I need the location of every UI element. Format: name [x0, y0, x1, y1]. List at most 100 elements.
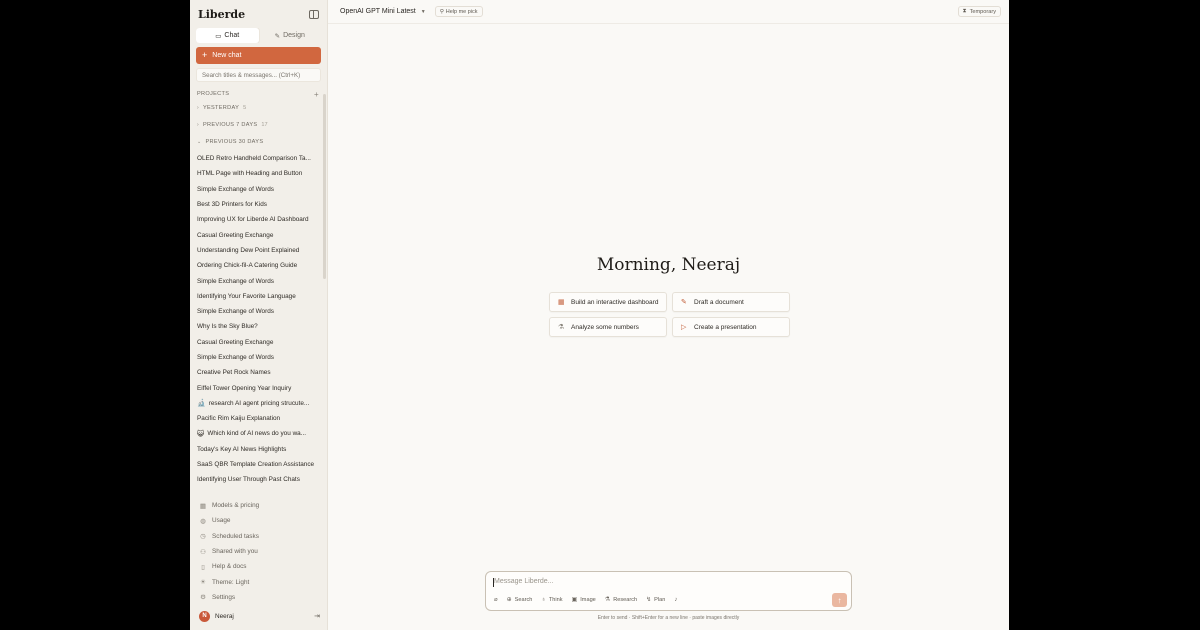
chat-title: Casual Greeting Exchange: [197, 231, 274, 239]
suggestion-create-presentation[interactable]: ▷ Create a presentation: [672, 317, 790, 337]
suggestion-build-dashboard[interactable]: ▦ Build an interactive dashboard: [549, 292, 667, 312]
tab-chat[interactable]: ▭ Chat: [196, 28, 259, 43]
chat-list-item[interactable]: Ordering Chick-fil-A Catering Guide: [190, 258, 322, 273]
logout-icon[interactable]: ⇥: [314, 612, 320, 620]
caret-down-icon: ▼: [420, 8, 426, 15]
grid-icon: ▦: [558, 299, 565, 306]
group-count: 5: [243, 105, 247, 111]
avatar: N: [199, 610, 210, 622]
chat-list-item[interactable]: Identifying Your Favorite Language: [190, 289, 322, 304]
chat-title: Casual Greeting Exchange: [197, 338, 274, 346]
search-input[interactable]: Search titles & messages... (Ctrl+K): [196, 68, 321, 82]
chat-list-item[interactable]: SaaS QBR Template Creation Assistance: [190, 457, 322, 472]
suggestion-draft-document[interactable]: ✎ Draft a document: [672, 292, 790, 312]
shared-with-you-link[interactable]: ⚇ Shared with you: [190, 544, 328, 559]
chevron-right-icon: ›: [197, 122, 199, 128]
greeting-heading: Morning, Neeraj: [596, 255, 741, 275]
chat-title: Ordering Chick-fil-A Catering Guide: [197, 262, 298, 270]
tool-label: Plan: [654, 596, 666, 603]
chat-title: Identifying User Through Past Chats: [197, 476, 300, 484]
flask-icon: ⚗: [558, 324, 565, 331]
chat-list-item[interactable]: Today's Key AI News Highlights: [190, 442, 322, 457]
temporary-chat-button[interactable]: ⧗ Temporary: [957, 6, 1001, 17]
research-tool-button[interactable]: ⚗ Research: [605, 596, 637, 604]
chevron-down-icon: ⌄: [197, 139, 202, 145]
chat-list-item[interactable]: Pacific Rim Kaiju Explanation: [190, 411, 322, 426]
think-tool-button[interactable]: ♁ Think: [541, 597, 562, 603]
suggestion-label: Analyze some numbers: [571, 323, 639, 331]
group-previous-7-days[interactable]: › PREVIOUS 7 DAYS 17: [190, 120, 327, 130]
chat-list-item[interactable]: Simple Exchange of Words: [190, 350, 322, 365]
image-icon: ▣: [571, 597, 578, 603]
chat-bubble-icon: ▭: [215, 32, 222, 40]
chevron-right-icon: ›: [197, 105, 199, 111]
chat-list: OLED Retro Handheld Comparison Ta... HTML…: [190, 151, 322, 488]
group-yesterday[interactable]: › YESTERDAY 5: [190, 103, 327, 113]
chat-title: Simple Exchange of Words: [197, 308, 274, 316]
chat-list-item[interactable]: Eiffel Tower Opening Year Inquiry: [190, 380, 322, 395]
chat-title: Eiffel Tower Opening Year Inquiry: [197, 384, 292, 392]
mic-icon: ♪: [674, 596, 678, 603]
help-me-pick-label: Help me pick: [445, 8, 478, 15]
add-project-icon[interactable]: +: [314, 90, 319, 99]
chat-list-item[interactable]: HTML Page with Heading and Button: [190, 166, 322, 181]
attach-button[interactable]: ⌀: [494, 596, 498, 603]
suggestion-analyze-numbers[interactable]: ⚗ Analyze some numbers: [549, 317, 667, 337]
image-tool-button[interactable]: ▣ Image: [571, 596, 596, 604]
chat-list-item[interactable]: Simple Exchange of Words: [190, 304, 322, 319]
models-pricing-link[interactable]: ▦ Models & pricing: [190, 498, 328, 513]
settings-link[interactable]: ⚙ Settings: [190, 590, 328, 605]
message-composer[interactable]: Message Liberde... ⌀ ⊕ Search ♁ Think ▣ …: [485, 571, 852, 611]
chat-title: Identifying Your Favorite Language: [197, 292, 296, 300]
chat-list-item[interactable]: Creative Pet Rock Names: [190, 365, 322, 380]
app-logo: Liberde: [198, 7, 246, 21]
top-bar: OpenAI GPT Mini Latest ▼ ⚲ Help me pick …: [328, 0, 1009, 24]
sidebar-toggle-icon[interactable]: [309, 9, 319, 19]
chat-list-item[interactable]: Identifying User Through Past Chats: [190, 472, 322, 487]
plan-tool-button[interactable]: ↯ Plan: [646, 596, 666, 604]
pen-icon: ✎: [274, 32, 281, 40]
chat-list-item[interactable]: OLED Retro Handheld Comparison Ta...: [190, 151, 322, 166]
send-button[interactable]: ↑: [832, 593, 847, 607]
bulb-icon: ♁: [541, 596, 546, 603]
group-label: PREVIOUS 7 DAYS: [202, 122, 258, 128]
gauge-icon: ◍: [200, 517, 206, 525]
mic-button[interactable]: ♪: [674, 597, 677, 603]
suggestion-label: Draft a document: [694, 298, 744, 306]
chat-list-item[interactable]: 😺 Which kind of AI news do you wa...: [190, 426, 322, 441]
chat-list-item[interactable]: Why Is the Sky Blue?: [190, 319, 322, 334]
group-label: YESTERDAY: [202, 105, 240, 111]
chat-list-item[interactable]: Simple Exchange of Words: [190, 182, 322, 197]
footer-label: Scheduled tasks: [212, 532, 259, 540]
chat-list-item[interactable]: Improving UX for Liberde AI Dashboard: [190, 212, 322, 227]
scheduled-tasks-link[interactable]: ◷ Scheduled tasks: [190, 529, 328, 544]
chat-title: OLED Retro Handheld Comparison Ta...: [197, 155, 311, 163]
sidebar-scrollbar[interactable]: [323, 94, 326, 279]
tab-design-label: Design: [283, 32, 305, 39]
chat-title: Simple Exchange of Words: [197, 277, 274, 285]
group-previous-30-days[interactable]: ⌄ PREVIOUS 30 DAYS: [190, 137, 327, 147]
help-me-pick-button[interactable]: ⚲ Help me pick: [434, 6, 483, 17]
search-tool-button[interactable]: ⊕ Search: [507, 596, 533, 604]
chat-list-item[interactable]: Casual Greeting Exchange: [190, 227, 322, 242]
chat-list-item[interactable]: Simple Exchange of Words: [190, 273, 322, 288]
model-selector[interactable]: OpenAI GPT Mini Latest ▼: [340, 8, 426, 15]
chat-list-item[interactable]: Best 3D Printers for Kids: [190, 197, 322, 212]
chat-list-item[interactable]: 🔬 research AI agent pricing strucute...: [190, 396, 322, 411]
chat-title: Creative Pet Rock Names: [197, 369, 271, 377]
tab-design[interactable]: ✎ Design: [259, 28, 322, 43]
help-docs-link[interactable]: ▯ Help & docs: [190, 559, 328, 574]
chat-list-item[interactable]: Understanding Dew Point Explained: [190, 243, 322, 258]
hourglass-icon: ⧗: [962, 8, 967, 14]
gear-icon: ⚙: [200, 594, 206, 602]
usage-link[interactable]: ◍ Usage: [190, 513, 328, 528]
theme-toggle[interactable]: ☀ Theme: Light: [190, 574, 328, 589]
chat-title: Best 3D Printers for Kids: [197, 201, 267, 209]
new-chat-button[interactable]: + New chat: [196, 47, 321, 64]
chat-list-item[interactable]: Casual Greeting Exchange: [190, 335, 322, 350]
sun-icon: ☀: [200, 579, 206, 587]
footer-label: Settings: [212, 593, 236, 601]
chat-emoji-icon: 😺: [197, 430, 205, 438]
clock-icon: ◷: [200, 533, 206, 541]
user-profile[interactable]: N Neeraj ⇥: [190, 608, 328, 624]
